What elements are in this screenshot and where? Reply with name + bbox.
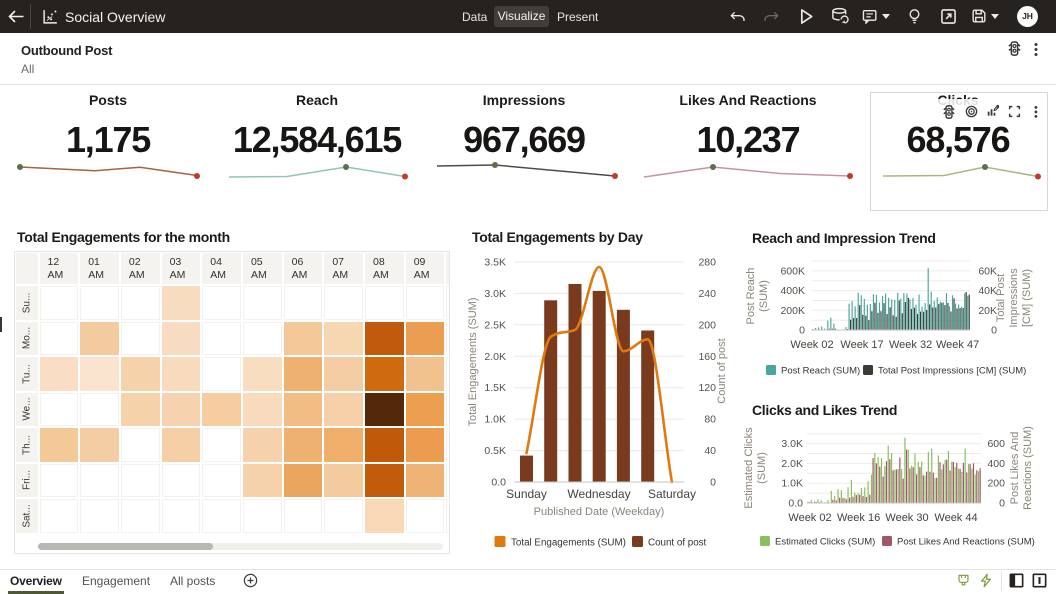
svg-text:0.0: 0.0 (491, 477, 506, 489)
svg-text:240: 240 (698, 288, 716, 300)
svg-text:Impressions: Impressions (1008, 268, 1020, 328)
svg-text:Week 02: Week 02 (790, 339, 833, 351)
svg-text:0: 0 (991, 325, 997, 337)
svg-text:(SUM): (SUM) (758, 280, 770, 312)
svg-text:Estimated Clicks (SUM): Estimated Clicks (SUM) (775, 537, 875, 548)
svg-text:1.5K: 1.5K (484, 382, 506, 394)
svg-text:2.0K: 2.0K (781, 458, 803, 470)
svg-text:Estimated Clicks: Estimated Clicks (743, 427, 755, 509)
svg-text:1.0K: 1.0K (484, 414, 506, 426)
svg-text:160: 160 (698, 351, 716, 363)
svg-text:600K: 600K (780, 265, 805, 277)
svg-text:Total Post: Total Post (995, 274, 1007, 322)
svg-text:2.0K: 2.0K (484, 351, 506, 363)
svg-text:Post Likes And Reactions (SUM): Post Likes And Reactions (SUM) (897, 537, 1035, 548)
svg-text:Week 02: Week 02 (788, 512, 831, 524)
svg-text:3.0K: 3.0K (484, 288, 506, 300)
svg-text:3.5K: 3.5K (484, 257, 506, 269)
svg-text:Total Engagements (SUM): Total Engagements (SUM) (511, 538, 626, 549)
svg-text:400: 400 (987, 458, 1005, 470)
svg-text:0: 0 (710, 477, 716, 489)
svg-text:400K: 400K (780, 285, 805, 297)
svg-text:3.0K: 3.0K (781, 438, 803, 450)
svg-text:Week 47: Week 47 (936, 339, 979, 351)
svg-text:200K: 200K (780, 305, 805, 317)
svg-text:[CM] (SUM): [CM] (SUM) (1021, 269, 1033, 327)
svg-text:200: 200 (698, 319, 716, 331)
svg-text:Published Date (Weekday): Published Date (Weekday) (534, 506, 665, 518)
svg-text:(SUM): (SUM) (756, 452, 768, 484)
svg-text:Week 32: Week 32 (889, 339, 932, 351)
svg-text:Count of post: Count of post (716, 338, 728, 403)
svg-text:0: 0 (799, 325, 805, 337)
svg-text:Week 44: Week 44 (934, 512, 977, 524)
svg-text:600: 600 (987, 438, 1005, 450)
svg-text:Total Post Impressions [CM] (S: Total Post Impressions [CM] (SUM) (878, 366, 1026, 377)
svg-text:0: 0 (999, 498, 1005, 510)
svg-text:Sunday: Sunday (506, 487, 547, 501)
svg-text:1.0K: 1.0K (781, 478, 803, 490)
svg-text:2.5K: 2.5K (484, 319, 506, 331)
svg-text:0.0: 0.0 (788, 498, 803, 510)
svg-text:80: 80 (704, 414, 716, 426)
svg-text:Reactions (SUM): Reactions (SUM) (1022, 426, 1034, 510)
svg-text:Count of post: Count of post (648, 538, 707, 549)
svg-text:Wednesday: Wednesday (567, 487, 630, 501)
svg-text:280: 280 (698, 257, 716, 269)
svg-text:200: 200 (987, 478, 1005, 490)
svg-text:0.5K: 0.5K (484, 445, 506, 457)
svg-text:Total Engagements (SUM): Total Engagements (SUM) (467, 298, 479, 427)
svg-text:Post Reach (SUM): Post Reach (SUM) (781, 366, 860, 377)
svg-text:Post Likes And: Post Likes And (1009, 432, 1021, 505)
svg-text:Week 17: Week 17 (840, 339, 883, 351)
svg-text:40: 40 (704, 445, 716, 457)
svg-text:Week 30: Week 30 (885, 512, 928, 524)
svg-text:Week 16: Week 16 (837, 512, 880, 524)
svg-text:Saturday: Saturday (648, 487, 696, 501)
svg-text:120: 120 (698, 382, 716, 394)
svg-text:Post Reach: Post Reach (745, 268, 757, 325)
